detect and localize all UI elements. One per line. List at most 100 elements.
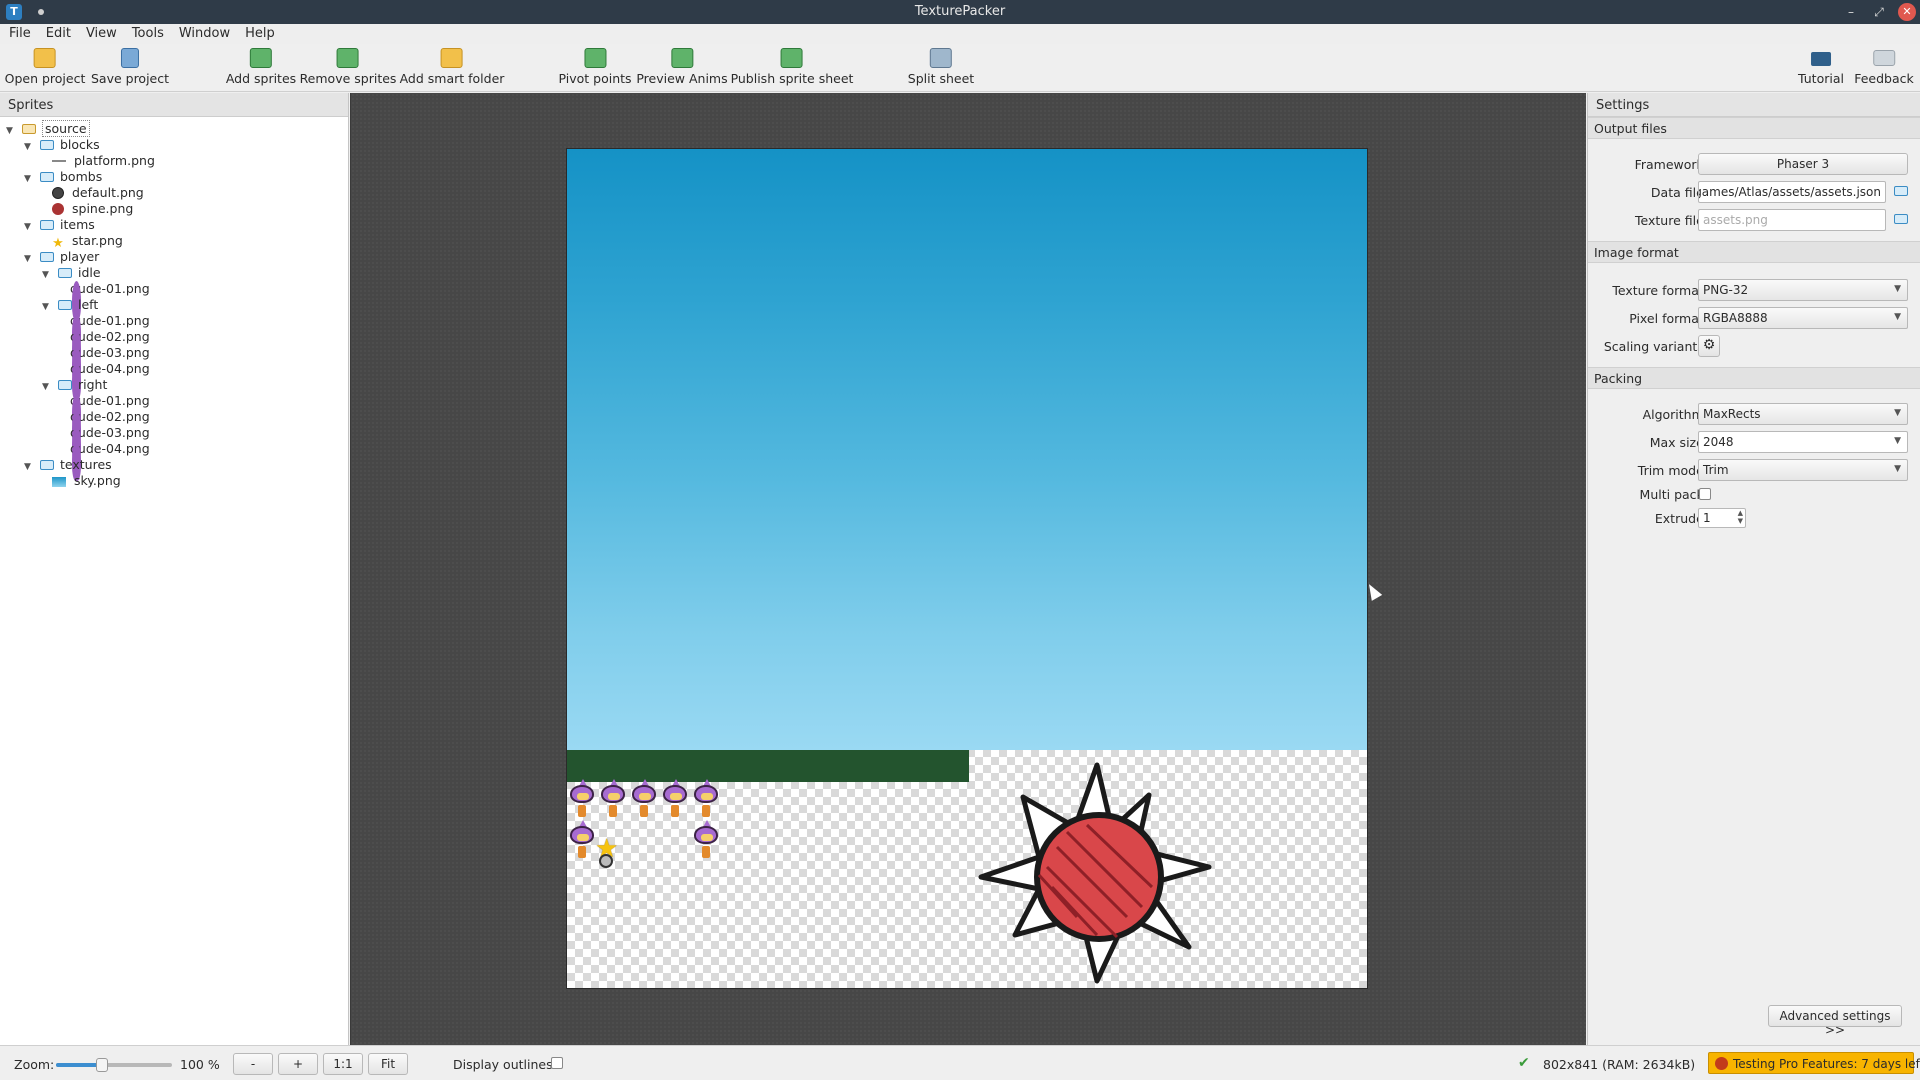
save-project-button[interactable]: Save project [91, 48, 169, 86]
framework-button[interactable]: Phaser 3 [1698, 153, 1908, 175]
tutorial-button[interactable]: Tutorial [1798, 48, 1844, 86]
add-smart-folder-button[interactable]: Add smart folder [400, 48, 504, 86]
tree-sprite[interactable]: dude-03.png [70, 425, 150, 465]
menu-help[interactable]: Help [236, 24, 281, 41]
sprite-spine[interactable] [977, 757, 1217, 987]
sprite-dude[interactable] [569, 779, 595, 819]
texture-format-select[interactable]: PNG-32 ▼ [1698, 279, 1908, 301]
sprite-sheet-canvas[interactable]: ★ [350, 93, 1586, 1045]
sprite-dude[interactable] [631, 779, 657, 819]
tree-folder[interactable]: ▼ right [42, 377, 107, 393]
data-file-input[interactable]: c/games/Atlas/assets/assets.json [1698, 181, 1886, 203]
expand-arrow-icon[interactable]: ▼ [42, 379, 54, 395]
sprite-dude[interactable] [693, 820, 719, 860]
tree-sprite[interactable]: dude-01.png [70, 313, 150, 353]
remove-sprites-button[interactable]: Remove sprites [300, 48, 396, 86]
split-sheet-button[interactable]: Split sheet [908, 48, 974, 86]
feedback-button[interactable]: Feedback [1854, 48, 1914, 86]
publish-sprite-sheet-button[interactable]: Publish sprite sheet [731, 48, 853, 86]
zoom-out-button[interactable]: - [233, 1053, 273, 1075]
sprite-bomb[interactable] [599, 854, 613, 868]
sprite-dude[interactable] [693, 779, 719, 819]
tree-folder[interactable]: ▼ items [24, 217, 95, 233]
close-icon[interactable]: ✕ [1898, 3, 1916, 21]
tree-folder[interactable]: ▼ idle [42, 265, 101, 281]
zoom-slider-handle[interactable] [96, 1058, 109, 1072]
display-outlines-checkbox[interactable] [551, 1057, 563, 1069]
spin-arrows-icon[interactable]: ▲ ▼ [1738, 509, 1743, 525]
tree-sprite[interactable]: dude-02.png [70, 329, 150, 369]
texture-file-input[interactable]: assets.png [1698, 209, 1886, 231]
pivot-points-button[interactable]: Pivot points [558, 48, 632, 86]
tree-sprite[interactable]: spine.png [52, 201, 133, 217]
menu-view[interactable]: View [77, 24, 123, 41]
sprite-dude[interactable] [662, 779, 688, 819]
tree-folder[interactable]: ▼ source [6, 120, 90, 139]
chevron-down-icon[interactable]: ▼ [1894, 436, 1901, 446]
tree-folder[interactable]: ▼ blocks [24, 137, 100, 153]
menu-window[interactable]: Window [170, 24, 236, 41]
section-packing[interactable]: Packing [1588, 367, 1920, 389]
zoom-actual-size-button[interactable]: 1:1 [323, 1053, 363, 1075]
tree-sprite[interactable]: platform.png [52, 153, 155, 169]
menu-tools[interactable]: Tools [123, 24, 170, 41]
scaling-variants-button[interactable]: ⚙ [1698, 335, 1720, 357]
sheet-info: 802x841 (RAM: 2634kB) [1543, 1057, 1696, 1072]
tree-sprite[interactable]: default.png [52, 185, 144, 201]
tree-sprite[interactable]: dude-01.png [70, 393, 150, 433]
tree-sprite[interactable]: dude-03.png [70, 345, 150, 385]
tree-item-label: items [60, 217, 95, 232]
multi-pack-checkbox[interactable] [1699, 488, 1711, 500]
sprite-dude[interactable] [600, 779, 626, 819]
expand-arrow-icon[interactable]: ▼ [24, 251, 36, 267]
tree-sprite[interactable]: ★ star.png [52, 233, 123, 250]
sprite-dude[interactable] [569, 820, 595, 860]
pro-trial-badge[interactable]: Testing Pro Features: 7 days left. [1708, 1052, 1920, 1074]
extrude-spinbox[interactable]: 1 ▲ ▼ [1698, 508, 1746, 528]
algorithm-select[interactable]: MaxRects ▼ [1698, 403, 1908, 425]
expand-arrow-icon[interactable]: ▼ [24, 219, 36, 235]
window-title: TexturePacker [914, 4, 1006, 19]
trim-mode-select[interactable]: Trim ▼ [1698, 459, 1908, 481]
tree-folder[interactable]: ▼ player [24, 249, 99, 265]
section-image-format[interactable]: Image format [1588, 241, 1920, 263]
expand-arrow-icon[interactable]: ▼ [24, 459, 36, 475]
menu-file[interactable]: File [0, 24, 37, 41]
menu-edit[interactable]: Edit [37, 24, 77, 41]
tree-sprite[interactable]: dude-04.png [70, 441, 150, 481]
tree-folder[interactable]: ▼ textures [24, 457, 112, 473]
expand-arrow-icon[interactable]: ▼ [24, 171, 36, 187]
maximize-icon[interactable]: ⤢ [1870, 3, 1888, 21]
section-output-files[interactable]: Output files [1588, 117, 1920, 139]
add-sprites-button[interactable]: Add sprites [226, 48, 296, 86]
expand-arrow-icon[interactable]: ▼ [6, 123, 18, 139]
expand-arrow-icon[interactable]: ▼ [42, 299, 54, 315]
advanced-settings-button[interactable]: Advanced settings >> [1768, 1005, 1902, 1037]
minimize-icon[interactable]: – [1842, 3, 1860, 21]
tree-sprite[interactable]: dude-04.png [70, 361, 150, 401]
tree-folder[interactable]: ▼ bombs [24, 169, 102, 185]
tree-folder[interactable]: ▼ left [42, 297, 98, 313]
tree-sprite[interactable]: dude-02.png [70, 409, 150, 449]
browse-texture-file-icon[interactable] [1894, 214, 1908, 224]
framework-label: Framework: [1634, 157, 1708, 172]
preview-anims-button[interactable]: Preview Anims [636, 48, 728, 86]
pixel-format-select[interactable]: RGBA8888 ▼ [1698, 307, 1908, 329]
folder-icon [58, 300, 72, 310]
toolbar: Open project Save project Add sprites Re… [0, 44, 1920, 92]
sprite-sheet-preview[interactable]: ★ [566, 148, 1368, 989]
expand-arrow-icon[interactable]: ▼ [42, 267, 54, 283]
platform-sprite-icon [52, 160, 66, 162]
max-size-input[interactable]: 2048 ▼ [1698, 431, 1908, 453]
zoom-in-button[interactable]: + [278, 1053, 318, 1075]
tree-item-label: dude-03.png [70, 345, 150, 360]
open-project-button[interactable]: Open project [5, 48, 85, 86]
zoom-slider[interactable] [56, 1058, 172, 1072]
zoom-fit-button[interactable]: Fit [368, 1053, 408, 1075]
tree-sprite[interactable]: dude-01.png [70, 281, 150, 321]
sprite-platform[interactable] [567, 750, 969, 782]
expand-arrow-icon[interactable]: ▼ [24, 139, 36, 155]
sprite-sky[interactable] [567, 149, 1367, 750]
tree-sprite[interactable]: sky.png [52, 473, 121, 489]
browse-data-file-icon[interactable] [1894, 186, 1908, 196]
